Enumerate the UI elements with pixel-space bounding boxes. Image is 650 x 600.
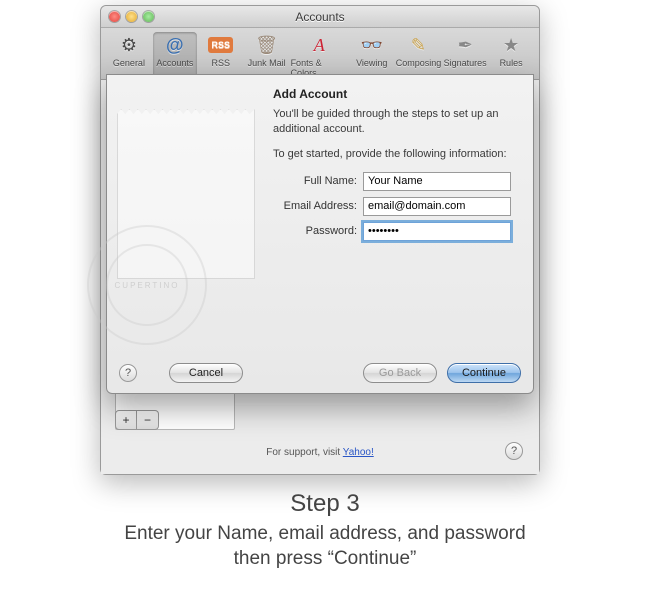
toolbar-rss[interactable]: RSS RSS bbox=[199, 32, 243, 79]
toolbar-signatures[interactable]: ✒ Signatures bbox=[443, 32, 487, 79]
sheet-title: Add Account bbox=[273, 87, 519, 101]
sheet-help-button[interactable]: ? bbox=[119, 364, 137, 382]
email-label: Email Address: bbox=[273, 200, 363, 212]
toolbar-label: Junk Mail bbox=[248, 58, 286, 68]
rules-icon: ★ bbox=[496, 32, 526, 58]
toolbar-label: Composing bbox=[396, 58, 442, 68]
add-account-button[interactable]: + bbox=[115, 410, 137, 430]
toolbar: ⚙ General @ Accounts RSS RSS 🗑 Junk Mail… bbox=[101, 28, 539, 80]
toolbar-rules[interactable]: ★ Rules bbox=[489, 32, 533, 79]
composing-icon: ✎ bbox=[403, 32, 433, 58]
toolbar-label: Signatures bbox=[444, 58, 487, 68]
toolbar-fonts[interactable]: A Fonts & Colors bbox=[291, 32, 348, 79]
signatures-icon: ✒ bbox=[450, 32, 480, 58]
titlebar: Accounts bbox=[101, 6, 539, 28]
support-text: For support, visit Yahoo! bbox=[101, 447, 539, 458]
email-input[interactable] bbox=[363, 197, 511, 216]
password-input[interactable] bbox=[363, 222, 511, 241]
fullname-input[interactable] bbox=[363, 172, 511, 191]
gear-icon: ⚙ bbox=[114, 32, 144, 58]
toolbar-label: Accounts bbox=[156, 58, 193, 68]
toolbar-viewing[interactable]: 👓 Viewing bbox=[350, 32, 394, 79]
support-link[interactable]: Yahoo! bbox=[343, 447, 374, 458]
cancel-button[interactable]: Cancel bbox=[169, 363, 243, 383]
remove-account-button[interactable]: − bbox=[137, 410, 159, 430]
caption-line2: then press “Continue” bbox=[0, 547, 650, 572]
zoom-icon[interactable] bbox=[143, 11, 154, 22]
junk-icon: 🗑 bbox=[252, 32, 282, 58]
toolbar-label: RSS bbox=[211, 58, 230, 68]
toolbar-junk[interactable]: 🗑 Junk Mail bbox=[245, 32, 289, 79]
close-icon[interactable] bbox=[109, 11, 120, 22]
fullname-label: Full Name: bbox=[273, 175, 363, 187]
toolbar-label: Rules bbox=[500, 58, 523, 68]
postmark-illustration: CUPERTINO bbox=[87, 225, 207, 345]
continue-button[interactable]: Continue bbox=[447, 363, 521, 383]
sheet-prompt: To get started, provide the following in… bbox=[273, 147, 519, 162]
window-title: Accounts bbox=[101, 10, 539, 24]
toolbar-general[interactable]: ⚙ General bbox=[107, 32, 151, 79]
fonts-icon: A bbox=[304, 32, 334, 58]
toolbar-accounts[interactable]: @ Accounts bbox=[153, 32, 197, 79]
toolbar-label: General bbox=[113, 58, 145, 68]
toolbar-label: Viewing bbox=[356, 58, 387, 68]
viewing-icon: 👓 bbox=[357, 32, 387, 58]
sheet-intro: You'll be guided through the steps to se… bbox=[273, 107, 519, 137]
go-back-button[interactable]: Go Back bbox=[363, 363, 437, 383]
caption-step: Step 3 bbox=[0, 490, 650, 518]
caption-line1: Enter your Name, email address, and pass… bbox=[0, 522, 650, 547]
at-icon: @ bbox=[160, 32, 190, 58]
instruction-caption: Step 3 Enter your Name, email address, a… bbox=[0, 490, 650, 571]
add-account-sheet: CUPERTINO Add Account You'll be guided t… bbox=[106, 74, 534, 394]
password-label: Password: bbox=[273, 225, 363, 237]
minimize-icon[interactable] bbox=[126, 11, 137, 22]
rss-icon: RSS bbox=[206, 32, 236, 58]
help-button[interactable]: ? bbox=[505, 442, 523, 460]
toolbar-composing[interactable]: ✎ Composing bbox=[396, 32, 442, 79]
